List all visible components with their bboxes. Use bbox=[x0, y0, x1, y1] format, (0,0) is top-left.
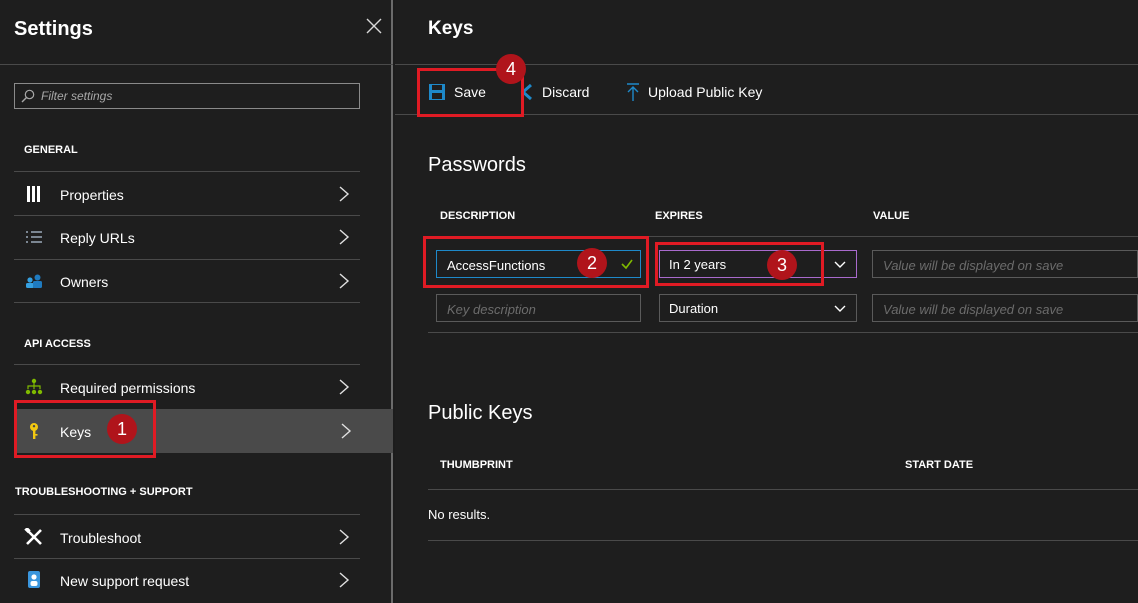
discard-label: Discard bbox=[542, 84, 590, 100]
header-divider bbox=[0, 64, 393, 65]
passwords-heading: Passwords bbox=[428, 154, 526, 176]
chevron-right-icon bbox=[339, 273, 350, 289]
upload-arrow-icon bbox=[627, 83, 639, 101]
sidebar-item-keys[interactable]: Keys bbox=[14, 409, 393, 453]
filter-settings-input[interactable] bbox=[41, 87, 351, 105]
select-divider bbox=[823, 251, 824, 277]
hierarchy-icon bbox=[25, 378, 43, 395]
section-general: GENERAL bbox=[24, 144, 78, 156]
sidebar-item-label: Properties bbox=[60, 187, 124, 203]
chevron-right-icon bbox=[339, 379, 350, 395]
list-icon bbox=[26, 231, 42, 243]
upload-public-key-label: Upload Public Key bbox=[648, 84, 763, 100]
key-icon bbox=[30, 423, 38, 439]
public-keys-heading: Public Keys bbox=[428, 402, 533, 424]
sidebar-item-troubleshoot[interactable]: Troubleshoot bbox=[14, 515, 360, 559]
people-icon bbox=[26, 274, 42, 288]
expires-selected-value: In 2 years bbox=[669, 257, 727, 272]
section-api-access: API ACCESS bbox=[24, 338, 91, 350]
sidebar-item-label: Required permissions bbox=[60, 380, 196, 396]
expires-selected-value: Duration bbox=[669, 301, 719, 316]
sidebar-item-properties[interactable]: Properties bbox=[14, 172, 360, 216]
divider bbox=[428, 489, 1138, 490]
column-header-expires: EXPIRES bbox=[655, 210, 703, 222]
sidebar-item-owners[interactable]: Owners bbox=[14, 259, 360, 303]
app-window: Settings GENERAL Properties bbox=[0, 0, 1138, 603]
upload-public-key-button[interactable]: Upload Public Key bbox=[626, 78, 762, 106]
divider bbox=[428, 540, 1138, 541]
sidebar-item-required-permissions[interactable]: Required permissions bbox=[14, 365, 360, 409]
tools-icon bbox=[24, 528, 42, 545]
floppy-disk-icon bbox=[429, 84, 445, 100]
filter-settings-field[interactable] bbox=[14, 83, 360, 109]
sidebar-item-label: New support request bbox=[60, 573, 190, 589]
divider bbox=[428, 236, 1138, 237]
discard-button[interactable]: Discard bbox=[520, 78, 589, 106]
chevron-right-icon bbox=[341, 423, 352, 439]
settings-title: Settings bbox=[14, 18, 93, 40]
save-label: Save bbox=[454, 84, 486, 100]
sidebar-item-label: Reply URLs bbox=[60, 230, 135, 246]
key-value-field bbox=[872, 250, 1138, 278]
chevron-right-icon bbox=[339, 529, 350, 545]
key-description-input[interactable] bbox=[447, 300, 620, 318]
empty-state-text: No results. bbox=[428, 507, 491, 522]
keys-title: Keys bbox=[428, 18, 474, 39]
key-value-input bbox=[883, 256, 1108, 274]
chevron-right-icon bbox=[339, 186, 350, 202]
sidebar-item-new-support-request[interactable]: New support request bbox=[14, 558, 360, 602]
save-button[interactable]: Save bbox=[428, 78, 486, 106]
sidebar-item-reply-urls[interactable]: Reply URLs bbox=[14, 215, 360, 259]
discard-icon bbox=[520, 83, 532, 101]
checkmark-icon bbox=[621, 259, 633, 270]
column-header-description: DESCRIPTION bbox=[440, 210, 516, 222]
properties-bars-icon bbox=[27, 186, 40, 202]
column-header-thumbprint: THUMBPRINT bbox=[440, 459, 513, 471]
column-header-start-date: START DATE bbox=[905, 459, 974, 471]
close-icon[interactable] bbox=[362, 14, 386, 38]
key-value-input bbox=[883, 300, 1108, 318]
chevron-down-icon bbox=[834, 261, 846, 268]
key-description-field[interactable] bbox=[436, 250, 641, 278]
keys-panel: Keys Save Discard Upload Public Key Pass… bbox=[395, 0, 1138, 603]
person-support-icon bbox=[28, 571, 40, 588]
column-header-value: VALUE bbox=[873, 210, 910, 222]
expires-select[interactable]: Duration bbox=[659, 294, 857, 322]
key-value-field bbox=[872, 294, 1138, 322]
section-troubleshooting: TROUBLESHOOTING + SUPPORT bbox=[15, 486, 193, 498]
sidebar-item-label: Owners bbox=[60, 274, 109, 290]
expires-select[interactable]: In 2 years bbox=[659, 250, 857, 278]
divider bbox=[14, 302, 360, 303]
sidebar-item-label: Keys bbox=[60, 424, 92, 440]
key-description-input[interactable] bbox=[447, 256, 620, 274]
header-divider bbox=[395, 64, 1138, 65]
settings-panel: Settings GENERAL Properties bbox=[0, 0, 393, 603]
chevron-down-icon bbox=[834, 305, 846, 312]
divider bbox=[428, 332, 1138, 333]
chevron-right-icon bbox=[339, 229, 350, 245]
search-icon bbox=[21, 89, 35, 103]
toolbar-divider bbox=[395, 114, 1138, 115]
sidebar-item-label: Troubleshoot bbox=[60, 530, 142, 546]
key-description-field[interactable] bbox=[436, 294, 641, 322]
chevron-right-icon bbox=[339, 572, 350, 588]
